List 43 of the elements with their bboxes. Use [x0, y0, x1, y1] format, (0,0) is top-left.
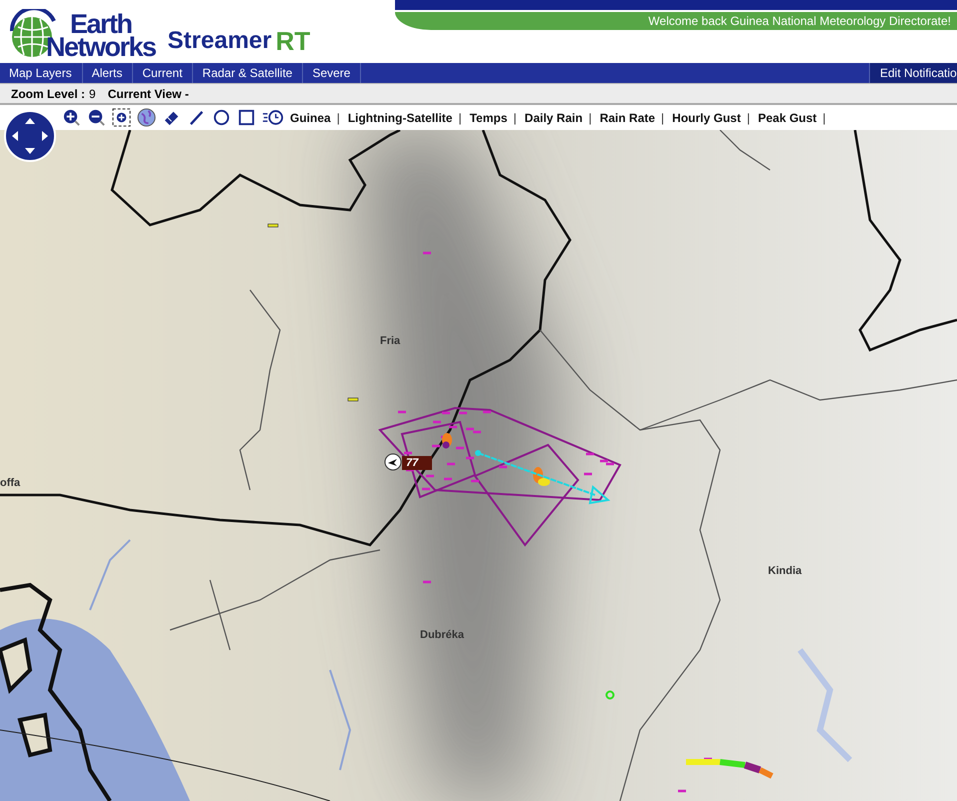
- globe-icon[interactable]: [137, 108, 156, 127]
- nav-menu-item[interactable]: Alerts: [82, 63, 134, 83]
- view-link[interactable]: Peak Gust: [758, 110, 817, 124]
- nav-menu-item[interactable]: Map Layers: [0, 63, 83, 83]
- separator: |: [458, 110, 462, 124]
- place-label: Kindia: [768, 565, 802, 577]
- view-link[interactable]: Hourly Gust: [672, 110, 741, 124]
- welcome-banner: Welcome back Guinea National Meteorology Directorate!: [395, 12, 957, 30]
- storm-cell-label: 77: [402, 456, 432, 470]
- separator: |: [822, 110, 826, 124]
- edit-notifications-button[interactable]: Edit Notificatio: [869, 63, 957, 83]
- separator: |: [746, 110, 750, 124]
- separator: |: [513, 110, 517, 124]
- place-label: Dubréka: [420, 629, 464, 641]
- zoom-level-value: 9: [89, 86, 96, 100]
- separator: |: [661, 110, 664, 124]
- product-name: Streamer: [168, 27, 272, 55]
- view-link[interactable]: Rain Rate: [600, 110, 656, 124]
- place-label: Fria: [380, 335, 400, 347]
- nav-menu-item[interactable]: Severe: [303, 63, 362, 83]
- view-link[interactable]: Guinea: [290, 110, 331, 124]
- separator: |: [336, 110, 340, 124]
- logo-text: Earth: [70, 13, 132, 36]
- storm-direction-icon: [384, 453, 402, 471]
- zoom-out-icon[interactable]: [87, 108, 106, 127]
- square-icon[interactable]: [237, 108, 256, 127]
- pan-control-icon[interactable]: [4, 110, 56, 162]
- zoom-in-icon[interactable]: [62, 108, 81, 127]
- view-link[interactable]: Temps: [470, 110, 508, 124]
- product-suffix: RT: [276, 26, 310, 57]
- separator: |: [588, 110, 592, 124]
- nav-menu-item[interactable]: Radar & Satellite: [193, 63, 304, 83]
- view-link[interactable]: Lightning-Satellite: [348, 110, 452, 124]
- place-label: offa: [0, 477, 20, 489]
- zoom-box-icon[interactable]: [112, 108, 131, 127]
- line-icon[interactable]: [187, 108, 206, 127]
- logo-text: Networks: [46, 36, 156, 59]
- circle-icon[interactable]: [212, 108, 231, 127]
- clock-list-icon[interactable]: [262, 108, 284, 127]
- nav-menu-item[interactable]: Current: [133, 63, 194, 83]
- view-link[interactable]: Daily Rain: [524, 110, 583, 124]
- current-view-label: Current View -: [108, 86, 189, 100]
- zoom-level-label: Zoom Level :: [11, 86, 86, 100]
